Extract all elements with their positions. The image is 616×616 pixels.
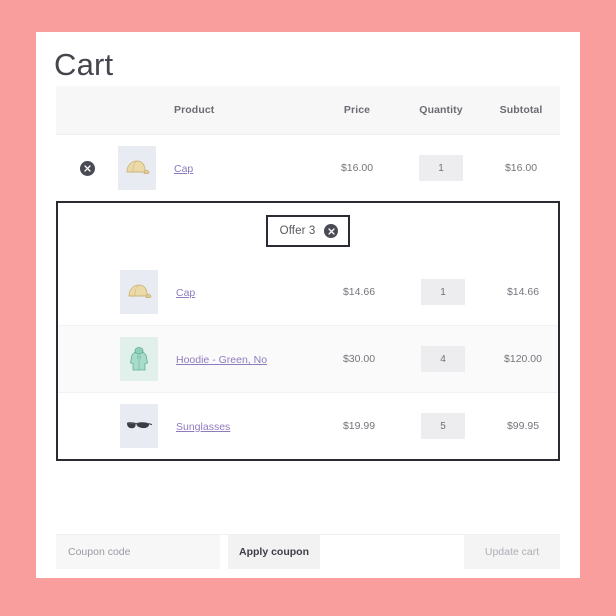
offer-badge-row: Offer 3 [58, 203, 558, 259]
quantity-cell: 5 [402, 413, 484, 439]
product-subtotal: $99.95 [506, 420, 540, 432]
product-name-cell: Cap [174, 159, 314, 177]
table-row: Cap $14.66 1 $14.66 [58, 259, 558, 326]
quantity-cell: 4 [402, 346, 484, 372]
update-cart-button[interactable]: Update cart [464, 535, 560, 569]
product-link[interactable]: Cap [174, 163, 193, 175]
quantity-input[interactable]: 4 [421, 346, 465, 372]
product-price: $30.00 [342, 353, 376, 365]
column-header-product: Product [174, 104, 215, 116]
remove-item-button[interactable] [79, 161, 95, 176]
product-name-cell: Sunglasses [176, 417, 316, 435]
offer-badge[interactable]: Offer 3 [265, 215, 351, 247]
product-link[interactable]: Hoodie - Green, No [176, 354, 267, 366]
table-row: Sunglasses $19.99 5 $99.95 [58, 393, 558, 459]
product-name-cell: Cap [176, 283, 316, 301]
quantity-cell: 1 [400, 155, 482, 181]
footer-spacer [320, 535, 464, 569]
cap-thumbnail[interactable] [120, 270, 158, 314]
offer-badge-label: Offer 3 [279, 225, 316, 237]
table-header-row: Product Price Quantity Subtotal [56, 86, 560, 135]
remove-cell [56, 159, 118, 177]
apply-coupon-button[interactable]: Apply coupon [228, 535, 320, 569]
column-header-price: Price [343, 104, 371, 116]
hoodie-thumbnail[interactable] [120, 337, 158, 381]
table-row: Hoodie - Green, No $30.00 4 $120.00 [58, 326, 558, 393]
product-price: $16.00 [340, 162, 374, 174]
cart-footer: Apply coupon Update cart [56, 534, 560, 569]
thumbnail-cell [120, 404, 176, 448]
thumbnail-cell [120, 337, 176, 381]
product-link[interactable]: Sunglasses [176, 421, 230, 433]
page-title: Cart [54, 47, 114, 82]
quantity-input[interactable]: 1 [421, 279, 465, 305]
product-price: $19.99 [342, 420, 376, 432]
quantity-input[interactable]: 1 [419, 155, 463, 181]
cap-thumbnail[interactable] [118, 146, 156, 190]
quantity-cell: 1 [402, 279, 484, 305]
product-subtotal: $120.00 [504, 353, 542, 365]
thumbnail-cell [120, 270, 176, 314]
table-row: Cap $16.00 1 $16.00 [56, 135, 560, 201]
thumbnail-cell [118, 146, 174, 190]
cart-table: Product Price Quantity Subtotal Cap $16.… [56, 86, 560, 461]
quantity-input[interactable]: 5 [421, 413, 465, 439]
sunglasses-thumbnail[interactable] [120, 404, 158, 448]
column-header-subtotal: Subtotal [499, 104, 543, 116]
cart-card: Cart Product Price Quantity Subtotal Cap… [36, 32, 580, 578]
coupon-code-input[interactable] [56, 535, 220, 569]
remove-offer-button[interactable] [324, 224, 339, 238]
product-subtotal: $14.66 [506, 286, 540, 298]
product-subtotal: $16.00 [504, 162, 538, 174]
offer-bundle-block: Offer 3 Cap $14.66 1 $14.66 Hoodie - Gre… [56, 201, 560, 461]
product-link[interactable]: Cap [176, 287, 195, 299]
product-name-cell: Hoodie - Green, No [176, 350, 316, 368]
column-header-quantity: Quantity [419, 104, 463, 116]
product-price: $14.66 [342, 286, 376, 298]
